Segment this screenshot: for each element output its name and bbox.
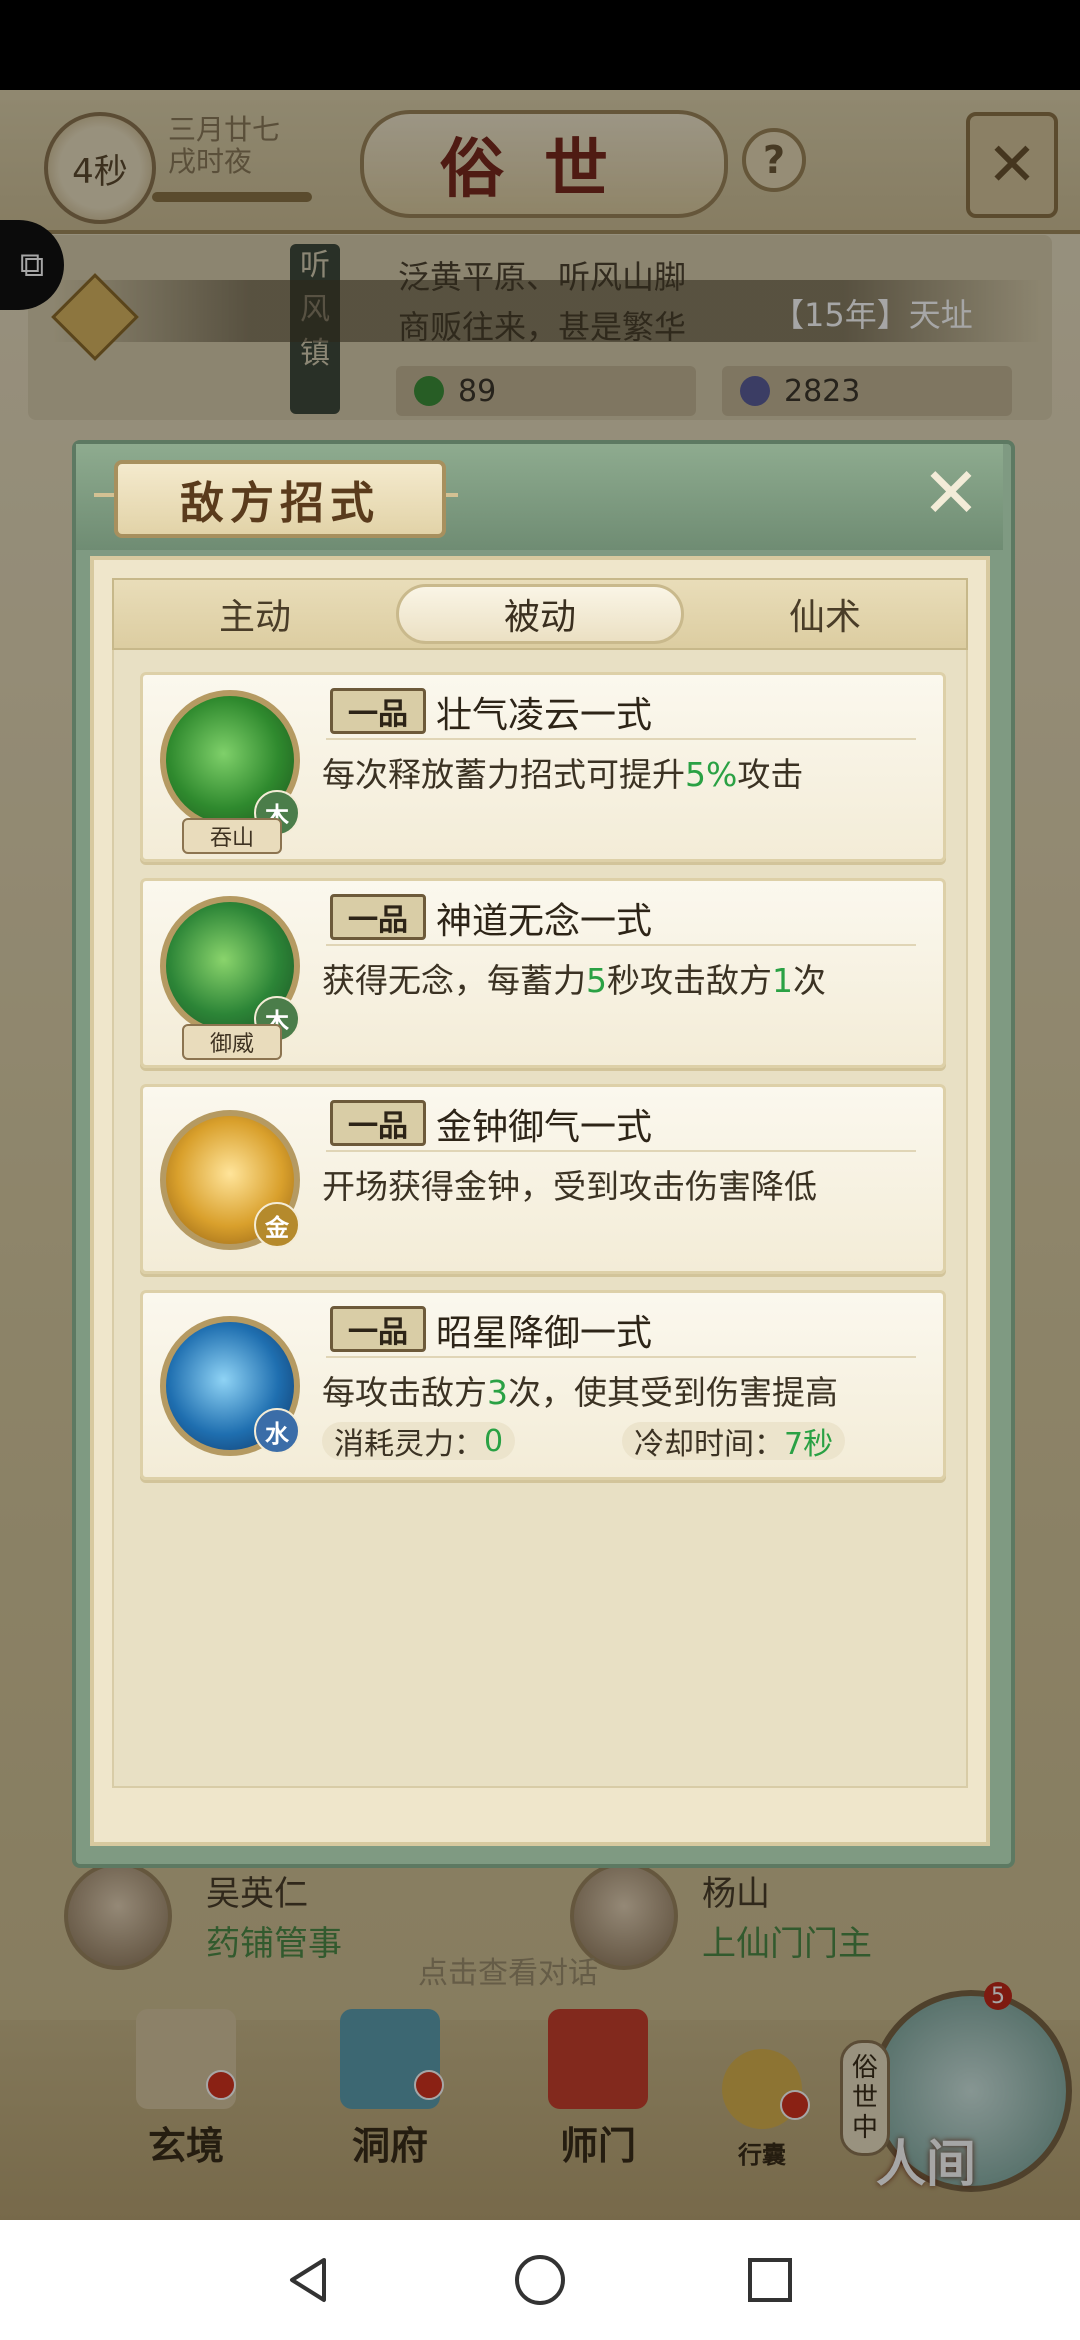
skill-name: 金钟御气一式 bbox=[436, 1107, 653, 1148]
desc-text: 秒攻击敌方 bbox=[607, 961, 772, 1000]
skill-name: 壮气凌云一式 bbox=[436, 695, 653, 736]
desc-text: 次 bbox=[793, 961, 826, 1000]
desc-text: 每次释放蓄力招式可提升 bbox=[322, 755, 685, 794]
desc-text: 攻击 bbox=[737, 755, 804, 794]
skill-icon-label: 吞山 bbox=[182, 818, 282, 854]
mana-cost-label: 消耗灵力： bbox=[334, 1427, 484, 1462]
cooldown-value: 7秒 bbox=[784, 1427, 834, 1462]
status-bar bbox=[0, 0, 1080, 90]
skill-type-tabs: 主动 被动 仙术 bbox=[112, 578, 968, 650]
skill-description: 开场获得金钟，受到攻击伤害降低 bbox=[322, 1160, 817, 1208]
desc-text: 次，使其受到伤害提高 bbox=[508, 1373, 838, 1412]
desc-text: 每攻击敌方 bbox=[322, 1373, 487, 1412]
title-ornament bbox=[94, 493, 114, 497]
close-icon: ✕ bbox=[921, 452, 981, 534]
recents-icon[interactable] bbox=[742, 2252, 798, 2308]
desc-text: 获得无念，每蓄力 bbox=[322, 961, 586, 1000]
divider bbox=[326, 1150, 916, 1152]
back-icon[interactable] bbox=[280, 2252, 336, 2308]
skill-description: 获得无念，每蓄力5秒攻击敌方1次 bbox=[322, 954, 826, 1002]
skill-icon-label: 御威 bbox=[182, 1024, 282, 1060]
desc-highlight: 3 bbox=[487, 1373, 508, 1412]
divider bbox=[326, 738, 916, 740]
divider bbox=[326, 1356, 916, 1358]
skill-grade: 一品 bbox=[330, 1100, 426, 1146]
tab-active-skills[interactable]: 主动 bbox=[114, 580, 396, 648]
skill-description: 每次释放蓄力招式可提升5%攻击 bbox=[322, 748, 803, 796]
desc-highlight: 5 bbox=[586, 961, 607, 1000]
skill-name: 神道无念一式 bbox=[436, 901, 653, 942]
modal-close-button[interactable]: ✕ bbox=[918, 452, 984, 534]
tab-passive-skills[interactable]: 被动 bbox=[396, 584, 684, 644]
skill-name: 昭星降御一式 bbox=[436, 1313, 653, 1354]
cooldown-label: 冷却时间： bbox=[634, 1427, 784, 1462]
tab-immortal-arts[interactable]: 仙术 bbox=[684, 580, 966, 648]
mana-cost: 消耗灵力： 0 bbox=[322, 1422, 516, 1462]
divider bbox=[326, 944, 916, 946]
element-badge: 水 bbox=[254, 1408, 300, 1454]
home-icon[interactable] bbox=[512, 2252, 568, 2308]
skill-grade: 一品 bbox=[330, 1306, 426, 1352]
modal-title: 敌方招式 bbox=[114, 460, 446, 538]
cooldown: 冷却时间： 7秒 bbox=[622, 1422, 846, 1462]
mana-cost-value: 0 bbox=[484, 1423, 504, 1459]
skill-grade: 一品 bbox=[330, 688, 426, 734]
element-badge: 金 bbox=[254, 1202, 300, 1248]
skill-description: 每攻击敌方3次，使其受到伤害提高 bbox=[322, 1366, 838, 1414]
desc-text: 开场获得金钟，受到攻击伤害降低 bbox=[322, 1167, 817, 1206]
skill-grade: 一品 bbox=[330, 894, 426, 940]
desc-highlight: 1 bbox=[772, 961, 793, 1000]
desc-highlight: 5% bbox=[685, 755, 738, 794]
